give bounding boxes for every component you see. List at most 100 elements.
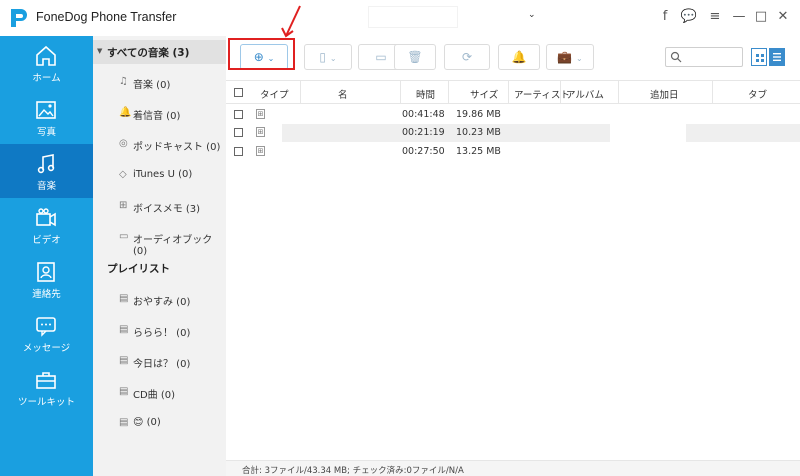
app-logo-icon: [11, 9, 27, 27]
list-view-button[interactable]: [769, 48, 785, 66]
nav-item-home[interactable]: ホーム: [0, 36, 93, 90]
playlist-label: CD曲 (0): [133, 390, 176, 401]
nav-item-photos[interactable]: 写真: [0, 90, 93, 144]
music-note-icon: ♫: [119, 76, 128, 87]
ringtone-button[interactable]: 🔔: [498, 44, 540, 70]
table-row[interactable]: ⊞ 00:41:48 19.86 MB: [226, 106, 800, 124]
sync-button[interactable]: ⟳: [444, 44, 490, 70]
column-divider: [300, 81, 301, 103]
feedback-icon[interactable]: 💬: [680, 8, 698, 26]
column-header-time[interactable]: 時間: [416, 87, 435, 101]
annotation-arrow: [281, 5, 301, 38]
bell-icon: 🔔: [511, 50, 527, 64]
chevron-down-icon[interactable]: ⌄: [528, 10, 536, 20]
device-selector[interactable]: [368, 6, 458, 28]
column-header-album[interactable]: アルバム: [566, 87, 604, 101]
facebook-icon[interactable]: f: [656, 8, 674, 26]
playlist-icon: ▤: [119, 324, 129, 335]
app-title: FoneDog Phone Transfer: [36, 10, 177, 24]
nav-item-toolkit[interactable]: ツールキット: [0, 360, 93, 414]
trash-icon: 🗑: [407, 50, 423, 64]
select-all-checkbox[interactable]: [234, 88, 243, 97]
photo-icon: [36, 101, 56, 119]
toolbox-button[interactable]: 💼 ⌄: [546, 44, 594, 70]
cell-time: 00:27:50: [402, 146, 445, 157]
column-header-type[interactable]: タイプ: [260, 87, 289, 101]
annotation-highlight-box: [228, 38, 295, 70]
voice-memo-icon: ⊞: [256, 146, 265, 156]
column-divider: [400, 81, 401, 103]
status-summary: 合計: 3ファイル/43.34 MB; チェック済み:0ファイル/N/A: [242, 466, 464, 476]
file-table: タイプ 名 時間 サイズ アーティスト アルバム 追加日 タブ ⊞ 00:41:…: [226, 80, 800, 460]
column-header-artist[interactable]: アーティスト: [514, 87, 570, 101]
nav-label: ホーム: [32, 73, 61, 84]
grid-view-button[interactable]: [751, 48, 767, 66]
toolbox-icon: [36, 372, 56, 389]
main-nav: ホーム 写真 音楽 ビデオ 連絡先 メッセージ ツールキット: [0, 36, 93, 476]
column-header-name[interactable]: 名: [338, 87, 348, 101]
category-label: 音楽 (0): [133, 80, 171, 91]
nav-item-contacts[interactable]: 連絡先: [0, 252, 93, 306]
playlist-label: 今日は？ (0): [133, 359, 191, 370]
caret-down-icon: ▼: [97, 47, 103, 55]
column-header-tab[interactable]: タブ: [748, 87, 767, 101]
cell-size: 13.25 MB: [456, 146, 501, 157]
category-all-label: すべての音楽 (3): [107, 47, 190, 59]
maximize-button[interactable]: □: [752, 8, 770, 26]
table-row[interactable]: ⊞ 00:27:50 13.25 MB: [226, 143, 800, 161]
itunes-u-icon: ◇: [119, 169, 127, 180]
category-music[interactable]: ♫ 音楽 (0): [93, 72, 226, 94]
search-icon: [670, 51, 682, 63]
playlist-label: ららら！ (0): [133, 328, 191, 339]
category-label: iTunes U (0): [133, 169, 193, 180]
row-checkbox[interactable]: [234, 128, 243, 137]
column-header-date-added[interactable]: 追加日: [650, 87, 679, 101]
menu-icon[interactable]: ≡: [706, 8, 724, 26]
nav-item-messages[interactable]: メッセージ: [0, 306, 93, 360]
table-header: タイプ 名 時間 サイズ アーティスト アルバム 追加日 タブ: [226, 80, 800, 104]
category-panel: ▼ すべての音楽 (3) ♫ 音楽 (0) 🔔 着信音 (0) ◎ ポッドキャス…: [93, 36, 226, 476]
audiobook-icon: ▭: [119, 231, 129, 242]
nav-label: 音楽: [36, 181, 56, 192]
computer-icon: ▭: [375, 50, 387, 64]
refresh-icon: ⟳: [461, 50, 473, 64]
music-icon: [37, 154, 55, 174]
playlist-heading: プレイリスト: [107, 263, 170, 275]
podcast-icon: ◎: [119, 138, 128, 149]
category-ringtones[interactable]: 🔔 着信音 (0): [93, 103, 226, 125]
grid-icon: [756, 54, 764, 62]
playlist-label: 😊 (0): [133, 417, 161, 428]
row-checkbox[interactable]: [234, 110, 243, 119]
category-audiobooks[interactable]: ▭ オーディオブック (0): [93, 227, 226, 257]
title-bar: FoneDog Phone Transfer ⌄ f 💬 ≡ — □ ✕: [0, 0, 800, 36]
nav-label: 連絡先: [32, 289, 61, 300]
category-all-music[interactable]: ▼ すべての音楽 (3): [93, 40, 226, 64]
playlist-item[interactable]: ▤ CD曲 (0): [93, 382, 226, 404]
cell-size: 10.23 MB: [456, 127, 501, 138]
playlist-item[interactable]: ▤ おやすみ (0): [93, 289, 226, 311]
home-icon: [36, 45, 56, 66]
nav-item-music[interactable]: 音楽: [0, 144, 93, 198]
nav-label: 写真: [36, 127, 56, 138]
table-row[interactable]: ⊞ 00:21:19 10.23 MB: [226, 124, 800, 142]
playlist-item[interactable]: ▤ 今日は？ (0): [93, 351, 226, 373]
playlist-item[interactable]: ▤ 😊 (0): [93, 413, 226, 435]
category-voice-memos[interactable]: ⊞ ボイスメモ (3): [93, 196, 226, 218]
column-header-size[interactable]: サイズ: [470, 87, 498, 101]
list-icon: [773, 53, 781, 61]
chevron-down-icon: ⌄: [576, 54, 583, 63]
column-divider: [508, 81, 509, 103]
delete-button[interactable]: 🗑: [394, 44, 436, 70]
row-checkbox[interactable]: [234, 147, 243, 156]
toolbox-icon: 💼: [557, 50, 573, 64]
playlist-item[interactable]: ▤ ららら！ (0): [93, 320, 226, 342]
voice-memo-icon: ⊞: [256, 127, 265, 137]
playlist-icon: ▤: [119, 293, 129, 304]
export-to-device-button[interactable]: ▯ ⌄: [304, 44, 352, 70]
minimize-button[interactable]: —: [730, 8, 748, 26]
search-input[interactable]: [665, 47, 743, 67]
category-itunes-u[interactable]: ◇ iTunes U (0): [93, 165, 226, 187]
category-podcasts[interactable]: ◎ ポッドキャスト (0): [93, 134, 226, 156]
close-button[interactable]: ✕: [774, 8, 792, 26]
nav-item-video[interactable]: ビデオ: [0, 198, 93, 252]
